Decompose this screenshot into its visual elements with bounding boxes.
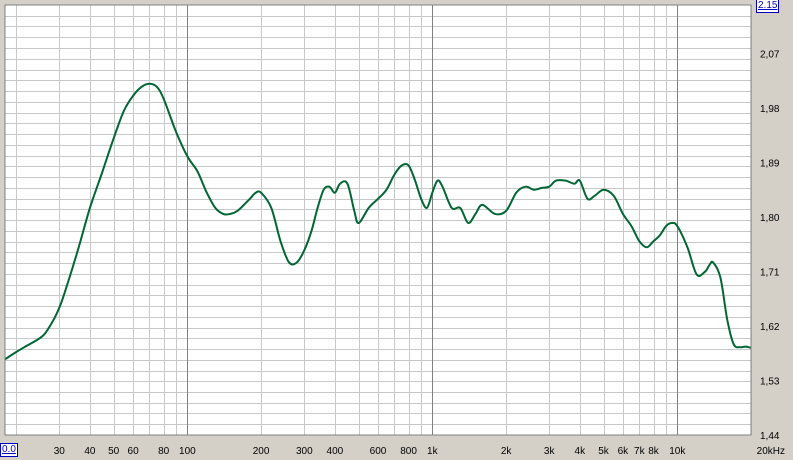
y-tick-label: 1,98 [760,104,780,115]
y-tick-label: 1,53 [760,377,780,388]
x-tick-label: 4k [575,446,587,457]
x-tick-label: 2k [501,446,513,457]
x-tick-label: 8k [648,446,660,457]
y-tick-label: 1,80 [760,213,780,224]
y-max-field[interactable]: 2.15 [756,0,780,13]
x-tick-label: 30 [54,446,66,457]
y-min-field[interactable]: 0.0 [0,443,18,457]
x-tick-label: 40 [84,446,96,457]
x-tick-label: 400 [327,446,344,457]
frequency-response-chart: 30 40 50 60 80 100 200 300 400 600 800 1k 2k 3k 4k 5k 6k… [4,4,785,457]
y-tick-label: 2,07 [760,50,780,61]
x-tick-labels: 30 40 50 60 80 100 200 300 400 600 800 1k 2k 3k 4k 5k 6k… [54,446,785,457]
x-tick-label: 60 [128,446,140,457]
x-tick-label: 6k [618,446,630,457]
x-tick-label: 300 [296,446,313,457]
x-tick-label: 5k [598,446,610,457]
x-tick-label: 20kHz [757,446,785,457]
x-tick-label: 200 [253,446,270,457]
y-tick-labels: 1,53 1,62 1,71 1,80 1,89 1,98 2,07 1,44 [760,50,780,443]
x-tick-label: 80 [158,446,170,457]
y-tick-label: 1,62 [760,322,780,333]
x-tick-label: 800 [400,446,417,457]
x-tick-label: 50 [108,446,120,457]
y-tick-label: 1,44 [760,431,780,442]
x-tick-label: 7k [634,446,646,457]
y-tick-label: 1,89 [760,159,780,170]
x-tick-label: 600 [370,446,387,457]
x-tick-label: 1k [427,446,439,457]
x-tick-label: 3k [544,446,556,457]
y-tick-label: 1,71 [760,268,780,279]
x-tick-label: 100 [179,446,196,457]
x-tick-label: 10k [669,446,686,457]
